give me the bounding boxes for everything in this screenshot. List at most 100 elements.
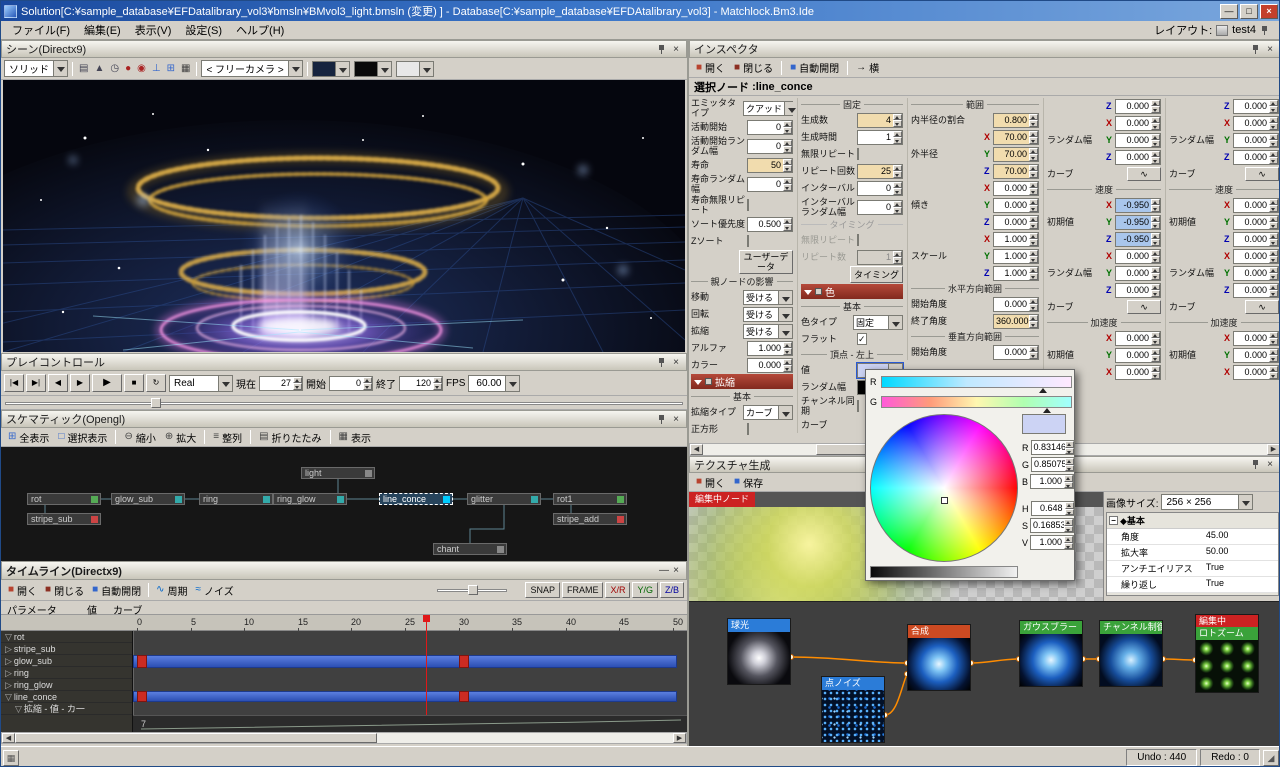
expand-arrow-icon[interactable]: ▽ [15, 704, 22, 714]
dropdown-arrow-icon[interactable] [784, 102, 798, 115]
spinner[interactable] [1029, 315, 1038, 328]
timeline-zoom-thumb[interactable] [468, 585, 478, 595]
number-field[interactable]: 0.000 [1115, 150, 1161, 165]
picker-s-field[interactable]: 0.168539 [1030, 518, 1074, 533]
property-group-header[interactable]: −◆基本 [1107, 513, 1278, 529]
camera-dropdown[interactable]: < フリーカメラ > [201, 60, 302, 77]
timeline-z-b-button[interactable]: Z/B [660, 582, 684, 598]
g-gradient-bar[interactable] [881, 396, 1072, 408]
maximize-button[interactable]: □ [1240, 4, 1258, 19]
spinner[interactable] [1151, 366, 1160, 379]
property-group-header[interactable]: −位置 [1107, 593, 1278, 596]
number-field[interactable]: 0.000 [1115, 99, 1161, 114]
number-field[interactable]: 70.00 [993, 147, 1039, 162]
number-field[interactable]: 50 [747, 158, 793, 173]
number-field[interactable]: 0.000 [1115, 283, 1161, 298]
spinner[interactable] [1269, 151, 1278, 164]
pin-icon[interactable] [657, 357, 667, 368]
number-field[interactable]: 0 [857, 200, 903, 215]
auto-open-button[interactable]: ■自動開閉 [786, 59, 843, 77]
spinner[interactable] [893, 251, 902, 264]
expand-arrow-icon[interactable]: ▷ [5, 680, 12, 690]
color-wheel[interactable] [870, 414, 1018, 562]
spinner[interactable] [1269, 100, 1278, 113]
nodegraph-node-ロトズーム[interactable]: 編集中ロトズーム [1195, 614, 1259, 693]
spinner[interactable] [1151, 233, 1160, 246]
spinner[interactable] [783, 178, 792, 191]
checkbox[interactable] [747, 199, 749, 211]
close-icon[interactable]: × [1264, 44, 1276, 55]
timeline-tree-item[interactable]: ▽line_conce [1, 691, 132, 703]
timeline-y-g-button[interactable]: Y/G [632, 582, 658, 598]
multiview-icon[interactable]: ▦ [179, 60, 192, 78]
schematic-node-line_conce[interactable]: line_conce [379, 493, 453, 505]
menu-item[interactable]: ファイル(F) [5, 20, 77, 40]
spinner[interactable] [1269, 366, 1278, 379]
schematic-node-rot1[interactable]: rot1 [553, 493, 627, 505]
picker-g-field[interactable]: 0.850758 [1031, 457, 1075, 472]
close-icon[interactable]: × [670, 44, 682, 55]
number-field[interactable]: 360.000 [993, 314, 1039, 329]
schematic-node-ring_glow[interactable]: ring_glow [273, 493, 347, 505]
play-button[interactable]: ▶ [92, 374, 122, 392]
camera-target-icon[interactable]: ◉ [135, 60, 148, 78]
spinner[interactable] [1269, 134, 1278, 147]
menu-item[interactable]: 表示(V) [128, 20, 179, 40]
minimize-button[interactable]: — [1220, 4, 1238, 19]
spinner[interactable] [1029, 182, 1038, 195]
number-field[interactable]: 0.000 [1233, 266, 1279, 281]
close-icon[interactable]: × [670, 414, 682, 425]
dropdown[interactable]: 受ける [743, 324, 793, 339]
timeline-key[interactable] [137, 655, 147, 668]
section-header[interactable]: 拡縮 [691, 374, 793, 389]
section-header[interactable]: 色 [801, 284, 903, 299]
number-field[interactable]: 0.000 [1233, 331, 1279, 346]
number-field[interactable]: 1 [857, 130, 903, 145]
open-button[interactable]: ■開く [692, 59, 729, 77]
dropdown[interactable]: 受ける [743, 307, 793, 322]
menu-item[interactable]: 設定(S) [178, 20, 229, 40]
scroll-right-arrow[interactable]: ▶ [673, 733, 686, 743]
fit-selected-button[interactable]: □選択表示 [54, 428, 111, 446]
play-panel-header[interactable]: プレイコントロール × [1, 353, 687, 371]
spinner[interactable] [363, 377, 372, 390]
spinner[interactable] [1151, 134, 1160, 147]
spinner[interactable] [1065, 502, 1074, 515]
spinner[interactable] [783, 359, 792, 372]
timeline-key[interactable] [137, 691, 147, 702]
checkbox[interactable] [857, 234, 859, 246]
scroll-left-arrow[interactable]: ◀ [690, 444, 703, 455]
expand-arrow-icon[interactable]: ▽ [5, 692, 12, 702]
dropdown-arrow-icon[interactable] [778, 308, 792, 321]
scroll-left-arrow[interactable]: ◀ [2, 733, 15, 743]
number-field[interactable]: 0.000 [747, 358, 793, 373]
spinner[interactable] [1151, 117, 1160, 130]
number-field[interactable]: 0.000 [1115, 331, 1161, 346]
schematic-node-stripe_sub[interactable]: stripe_sub [27, 513, 101, 525]
timeline-key[interactable] [459, 691, 469, 702]
number-field[interactable]: 0.000 [1115, 365, 1161, 380]
fit-all-button[interactable]: ⊞全表示 [4, 428, 53, 446]
checkbox[interactable]: ✓ [857, 333, 867, 345]
number-field[interactable]: 0.000 [993, 215, 1039, 230]
number-field[interactable]: 0 [857, 181, 903, 196]
nodegraph-node-点ノイズ[interactable]: 点ノイズ [821, 676, 885, 743]
number-field[interactable]: 1.000 [747, 341, 793, 356]
dropdown[interactable]: 固定 [853, 315, 903, 330]
close-button[interactable]: ■閉じる [41, 581, 88, 599]
spinner[interactable] [893, 182, 902, 195]
timeline-tree-item[interactable]: ▽拡縮 - 値 - カ一 [1, 703, 132, 715]
timeline-panel-header[interactable]: タイムライン(Directx9) — × [1, 561, 687, 580]
current-frame-field[interactable]: 27 [259, 376, 303, 391]
next-frame-button[interactable]: ▶ [70, 374, 90, 392]
spinner[interactable] [1064, 519, 1073, 532]
property-row[interactable]: アンチエイリアスTrue [1107, 561, 1278, 577]
spinner[interactable] [1269, 233, 1278, 246]
curve-lane[interactable]: 7 [133, 715, 687, 732]
timeline-tree-item[interactable]: ▷ring_glow [1, 679, 132, 691]
number-field[interactable]: 0.000 [1233, 365, 1279, 380]
nodegraph-node-球光[interactable]: 球光 [727, 618, 791, 685]
collapse-box-icon[interactable]: − [1109, 516, 1118, 525]
dropdown-arrow-icon[interactable] [1238, 495, 1252, 509]
scene-viewport[interactable] [3, 80, 685, 352]
